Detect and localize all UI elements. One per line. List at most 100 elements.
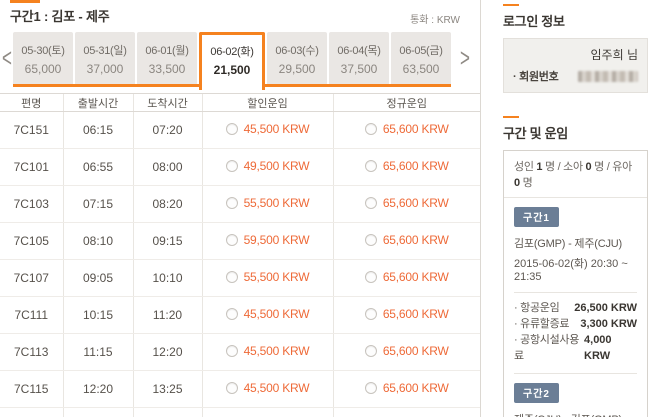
table-row: 7C151 06:15 07:20 45,500 KRW 65,600 KRW: [0, 111, 480, 149]
segment-1-badge: 구간1: [514, 207, 559, 227]
fee-row: · 유류할증료 3,300 KRW: [514, 318, 637, 330]
departure-time-cell: 10:15: [62, 296, 133, 334]
prev-dates-button[interactable]: <: [1, 44, 13, 73]
table-row: 7C113 11:15 12:20 45,500 KRW 65,600 KRW: [0, 333, 480, 371]
arrival-time-cell: 08:00: [132, 148, 202, 186]
segment-2-route: 제주(CJU) - 김포(GMP): [514, 411, 637, 417]
flight-number-cell: 7C113: [0, 333, 63, 371]
regular-fare-option[interactable]: 65,600 KRW: [364, 307, 449, 321]
regular-fare-option[interactable]: 65,600 KRW: [364, 122, 449, 136]
radio-icon[interactable]: [364, 234, 377, 246]
col-regular-fare: 정규운임: [332, 93, 480, 112]
fare-summary-area: 구간 및 운임 성인 1 명 / 소아 0 명 / 유아 0 명 구간1 김포(…: [503, 116, 648, 417]
discount-fare-option[interactable]: 49,500 KRW: [225, 159, 310, 173]
discount-fare-option[interactable]: 55,500 KRW: [225, 270, 310, 284]
regular-fare-option[interactable]: 65,600 KRW: [364, 196, 449, 210]
segment-1-summary: 구간1 김포(GMP) - 제주(CJU) 2015-06-02(화) 20:3…: [504, 198, 647, 373]
flight-number-cell: 7C105: [0, 222, 63, 260]
regular-fare-option[interactable]: 65,600 KRW: [364, 159, 449, 173]
currency-label: 통화 : KRW: [410, 15, 460, 26]
table-row: 7C103 07:15 08:20 55,500 KRW 65,600 KRW: [0, 185, 480, 223]
arrival-time-cell: 08:20: [132, 185, 202, 223]
radio-icon[interactable]: [225, 345, 238, 357]
separator: /: [557, 161, 561, 173]
regular-fare-option[interactable]: 65,600 KRW: [364, 344, 449, 358]
departure-time-cell: 09:05: [62, 259, 133, 297]
discount-fare-option[interactable]: 45,500 KRW: [225, 122, 310, 136]
flight-results-panel: 구간1 : 김포 - 제주 통화 : KRW < 05-30(토) 65,000…: [0, 0, 480, 417]
radio-icon[interactable]: [364, 345, 377, 357]
flight-number-cell: 7C115: [0, 370, 63, 408]
date-tab-strip: < 05-30(토) 65,000 05-31(일) 37,000 06-01(…: [0, 32, 480, 90]
radio-icon[interactable]: [225, 308, 238, 320]
departure-time-cell: 07:15: [62, 185, 133, 223]
segment-1-route: 김포(GMP) - 제주(CJU): [514, 238, 622, 250]
title-accent-bar: [10, 0, 40, 3]
table-row: 7C117 13:40 14:45 37,500 KRW 65,600 KRW: [0, 407, 480, 417]
next-dates-button[interactable]: >: [459, 44, 471, 73]
arrival-time-cell: 14:45: [132, 407, 202, 417]
table-row: 7C101 06:55 08:00 49,500 KRW 65,600 KRW: [0, 148, 480, 186]
departure-time-cell: 06:15: [62, 111, 133, 149]
radio-icon[interactable]: [225, 123, 238, 135]
radio-icon[interactable]: [364, 160, 377, 172]
fare-section-title: 구간 및 운임: [503, 126, 568, 141]
departure-time-cell: 13:40: [62, 407, 133, 417]
regular-fare-option[interactable]: 65,600 KRW: [364, 381, 449, 395]
discount-fare-option[interactable]: 45,500 KRW: [225, 381, 310, 395]
col-discount-fare: 할인운임: [201, 93, 333, 112]
regular-fare-option[interactable]: 65,600 KRW: [364, 270, 449, 284]
radio-icon[interactable]: [225, 382, 238, 394]
flight-number-cell: 7C107: [0, 259, 63, 297]
radio-icon[interactable]: [225, 234, 238, 246]
departure-time-cell: 06:55: [62, 148, 133, 186]
flight-number-cell: 7C117: [0, 407, 63, 417]
arrival-time-cell: 07:20: [132, 111, 202, 149]
member-number-label: · 회원번호: [513, 71, 559, 83]
date-tabs: 05-30(토) 65,000 05-31(일) 37,000 06-01(월)…: [13, 32, 451, 90]
departure-time-cell: 12:20: [62, 370, 133, 408]
radio-icon[interactable]: [364, 382, 377, 394]
radio-icon[interactable]: [364, 308, 377, 320]
flight-number-cell: 7C103: [0, 185, 63, 223]
date-tab-4[interactable]: 06-03(수) 29,500: [267, 32, 327, 84]
login-info-box: 임주희 님 · 회원번호: [503, 38, 648, 93]
date-tab-0[interactable]: 05-30(토) 65,000: [13, 32, 73, 84]
discount-fare-option[interactable]: 55,500 KRW: [225, 196, 310, 210]
fee-row: · 공항시설사용료 4,000 KRW: [514, 334, 612, 362]
summary-sidebar: 로그인 정보 임주희 님 · 회원번호 구간 및 운임 성인 1 명 / 소아 …: [481, 0, 650, 417]
discount-fare-option[interactable]: 45,500 KRW: [225, 344, 310, 358]
col-departure: 출발시간: [62, 93, 133, 112]
radio-icon[interactable]: [225, 271, 238, 283]
table-header-row: 편명 출발시간 도착시간 할인운임 정규운임: [0, 93, 480, 112]
arrival-time-cell: 13:25: [132, 370, 202, 408]
radio-icon[interactable]: [225, 197, 238, 209]
table-row: 7C111 10:15 11:20 45,500 KRW 65,600 KRW: [0, 296, 480, 334]
radio-icon[interactable]: [364, 197, 377, 209]
table-row: 7C115 12:20 13:25 45,500 KRW 65,600 KRW: [0, 370, 480, 408]
flight-number-cell: 7C111: [0, 296, 63, 334]
date-tab-3-selected[interactable]: 06-02(화) 21,500: [199, 32, 265, 90]
radio-icon[interactable]: [364, 271, 377, 283]
radio-icon[interactable]: [364, 123, 377, 135]
radio-icon[interactable]: [225, 160, 238, 172]
separator: /: [606, 161, 610, 173]
arrival-time-cell: 09:15: [132, 222, 202, 260]
fee-row: · 항공운임 26,500 KRW: [514, 302, 637, 314]
discount-fare-option[interactable]: 45,500 KRW: [225, 307, 310, 321]
discount-fare-option[interactable]: 59,500 KRW: [225, 233, 310, 247]
regular-fare-option[interactable]: 65,600 KRW: [364, 233, 449, 247]
flight-number-cell: 7C151: [0, 111, 63, 149]
departure-time-cell: 08:10: [62, 222, 133, 260]
date-tab-2[interactable]: 06-01(월) 33,500: [137, 32, 197, 84]
date-tab-6[interactable]: 06-05(금) 63,500: [391, 32, 451, 84]
login-accent-bar: [503, 4, 519, 6]
chevron-left-icon: <: [2, 44, 12, 73]
member-number-redacted: [578, 70, 638, 82]
col-flight: 편명: [0, 93, 63, 112]
segment-2-badge: 구간2: [514, 383, 559, 403]
date-tab-1[interactable]: 05-31(일) 37,000: [75, 32, 135, 84]
col-arrival: 도착시간: [132, 93, 202, 112]
date-tab-5[interactable]: 06-04(목) 37,500: [329, 32, 389, 84]
fare-summary-box: 성인 1 명 / 소아 0 명 / 유아 0 명 구간1 김포(GMP) - 제…: [503, 150, 648, 417]
